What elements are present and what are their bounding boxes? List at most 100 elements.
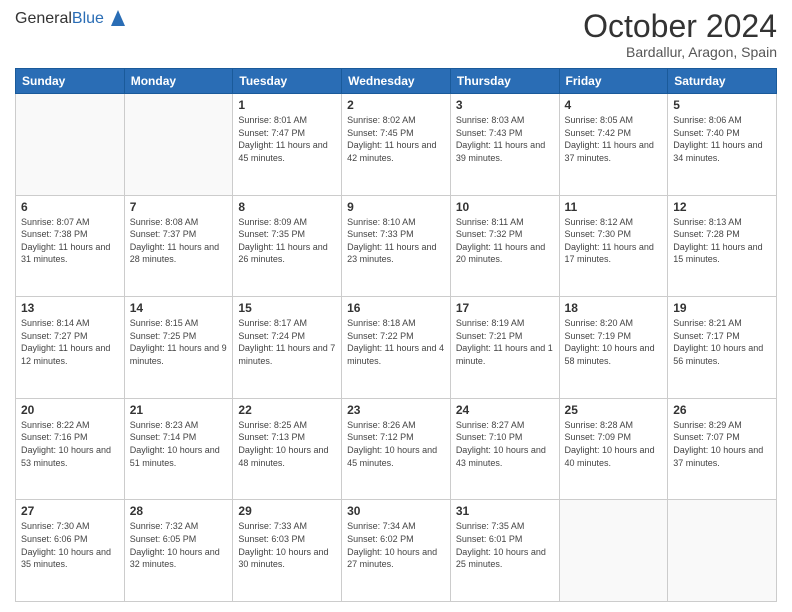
day-number: 13 (21, 301, 119, 315)
calendar-cell: 24 Sunrise: 8:27 AM Sunset: 7:10 PM Dayli… (450, 398, 559, 500)
day-number: 20 (21, 403, 119, 417)
calendar-cell: 5Sunrise: 8:06 AM Sunset: 7:40 PM Daylig… (668, 94, 777, 196)
header-wednesday: Wednesday (342, 69, 451, 94)
calendar-week-row-1: 6Sunrise: 8:07 AM Sunset: 7:38 PM Daylig… (16, 195, 777, 297)
day-number: 9 (347, 200, 445, 214)
calendar-cell: 21Sunrise: 8:23 AM Sunset: 7:14 PM Dayli… (124, 398, 233, 500)
day-number: 2 (347, 98, 445, 112)
header-thursday: Thursday (450, 69, 559, 94)
day-info: Sunrise: 7:34 AM Sunset: 6:02 PM Dayligh… (347, 520, 445, 570)
day-number: 16 (347, 301, 445, 315)
day-info: Sunrise: 8:08 AM Sunset: 7:37 PM Dayligh… (130, 216, 228, 266)
calendar-cell: 26 Sunrise: 8:29 AM Sunset: 7:07 PM Dayli… (668, 398, 777, 500)
title-block: October 2024 Bardallur, Aragon, Spain (583, 10, 777, 60)
calendar-cell: 8Sunrise: 8:09 AM Sunset: 7:35 PM Daylig… (233, 195, 342, 297)
day-info: Sunrise: 8:03 AM Sunset: 7:43 PM Dayligh… (456, 114, 554, 164)
calendar-cell: 16 Sunrise: 8:18 AM Sunset: 7:22 PM Dayli… (342, 297, 451, 399)
calendar-table: Sunday Monday Tuesday Wednesday Thursday… (15, 68, 777, 602)
day-number: 22 (238, 403, 336, 417)
day-info: Sunrise: 8:07 AM Sunset: 7:38 PM Dayligh… (21, 216, 119, 266)
day-info: Sunrise: 8:25 AM Sunset: 7:13 PM Dayligh… (238, 419, 336, 469)
day-number: 7 (130, 200, 228, 214)
calendar-cell (16, 94, 125, 196)
day-number: 14 (130, 301, 228, 315)
header-tuesday: Tuesday (233, 69, 342, 94)
day-number: 31 (456, 504, 554, 518)
calendar-cell: 4 Sunrise: 8:05 AM Sunset: 7:42 PM Daylig… (559, 94, 668, 196)
weekday-header-row: Sunday Monday Tuesday Wednesday Thursday… (16, 69, 777, 94)
day-info: Sunrise: 8:15 AM Sunset: 7:25 PM Dayligh… (130, 317, 228, 367)
calendar-cell: 9Sunrise: 8:10 AM Sunset: 7:33 PM Daylig… (342, 195, 451, 297)
calendar-week-row-0: 1 Sunrise: 8:01 AM Sunset: 7:47 PM Daylig… (16, 94, 777, 196)
logo-general-text: General (15, 10, 72, 27)
day-number: 11 (565, 200, 663, 214)
day-info: Sunrise: 8:11 AM Sunset: 7:32 PM Dayligh… (456, 216, 554, 266)
day-info: Sunrise: 8:29 AM Sunset: 7:07 PM Dayligh… (673, 419, 771, 469)
day-info: Sunrise: 8:12 AM Sunset: 7:30 PM Dayligh… (565, 216, 663, 266)
calendar-cell: 31 Sunrise: 7:35 AM Sunset: 6:01 PM Dayli… (450, 500, 559, 602)
calendar-cell: 10 Sunrise: 8:11 AM Sunset: 7:32 PM Dayli… (450, 195, 559, 297)
day-info: Sunrise: 7:32 AM Sunset: 6:05 PM Dayligh… (130, 520, 228, 570)
day-info: Sunrise: 8:05 AM Sunset: 7:42 PM Dayligh… (565, 114, 663, 164)
calendar-week-row-2: 13 Sunrise: 8:14 AM Sunset: 7:27 PM Dayli… (16, 297, 777, 399)
calendar-cell: 17 Sunrise: 8:19 AM Sunset: 7:21 PM Dayli… (450, 297, 559, 399)
day-info: Sunrise: 8:01 AM Sunset: 7:47 PM Dayligh… (238, 114, 336, 164)
header-friday: Friday (559, 69, 668, 94)
calendar-cell: 14 Sunrise: 8:15 AM Sunset: 7:25 PM Dayli… (124, 297, 233, 399)
day-number: 25 (565, 403, 663, 417)
calendar-cell: 6Sunrise: 8:07 AM Sunset: 7:38 PM Daylig… (16, 195, 125, 297)
calendar-cell: 13 Sunrise: 8:14 AM Sunset: 7:27 PM Dayli… (16, 297, 125, 399)
day-info: Sunrise: 7:30 AM Sunset: 6:06 PM Dayligh… (21, 520, 119, 570)
day-info: Sunrise: 8:19 AM Sunset: 7:21 PM Dayligh… (456, 317, 554, 367)
day-info: Sunrise: 8:09 AM Sunset: 7:35 PM Dayligh… (238, 216, 336, 266)
day-number: 3 (456, 98, 554, 112)
day-info: Sunrise: 7:35 AM Sunset: 6:01 PM Dayligh… (456, 520, 554, 570)
calendar-cell: 22 Sunrise: 8:25 AM Sunset: 7:13 PM Dayli… (233, 398, 342, 500)
calendar-cell: 27 Sunrise: 7:30 AM Sunset: 6:06 PM Dayli… (16, 500, 125, 602)
logo-flag-icon (107, 8, 129, 26)
day-number: 5 (673, 98, 771, 112)
header-saturday: Saturday (668, 69, 777, 94)
calendar-week-row-4: 27 Sunrise: 7:30 AM Sunset: 6:06 PM Dayli… (16, 500, 777, 602)
calendar-cell: 2Sunrise: 8:02 AM Sunset: 7:45 PM Daylig… (342, 94, 451, 196)
day-info: Sunrise: 8:20 AM Sunset: 7:19 PM Dayligh… (565, 317, 663, 367)
calendar-cell: 15 Sunrise: 8:17 AM Sunset: 7:24 PM Dayli… (233, 297, 342, 399)
day-info: Sunrise: 8:18 AM Sunset: 7:22 PM Dayligh… (347, 317, 445, 367)
logo: GeneralBlue (15, 10, 129, 28)
header: GeneralBlue October 2024 Bardallur, Arag… (15, 10, 777, 60)
calendar-cell: 29Sunrise: 7:33 AM Sunset: 6:03 PM Dayli… (233, 500, 342, 602)
calendar-cell: 3 Sunrise: 8:03 AM Sunset: 7:43 PM Daylig… (450, 94, 559, 196)
calendar-cell (559, 500, 668, 602)
day-info: Sunrise: 8:14 AM Sunset: 7:27 PM Dayligh… (21, 317, 119, 367)
day-number: 21 (130, 403, 228, 417)
day-number: 30 (347, 504, 445, 518)
page: GeneralBlue October 2024 Bardallur, Arag… (0, 0, 792, 612)
calendar-cell: 30 Sunrise: 7:34 AM Sunset: 6:02 PM Dayli… (342, 500, 451, 602)
day-info: Sunrise: 7:33 AM Sunset: 6:03 PM Dayligh… (238, 520, 336, 570)
calendar-week-row-3: 20Sunrise: 8:22 AM Sunset: 7:16 PM Dayli… (16, 398, 777, 500)
header-sunday: Sunday (16, 69, 125, 94)
day-number: 12 (673, 200, 771, 214)
day-info: Sunrise: 8:28 AM Sunset: 7:09 PM Dayligh… (565, 419, 663, 469)
day-number: 10 (456, 200, 554, 214)
calendar-cell: 11 Sunrise: 8:12 AM Sunset: 7:30 PM Dayli… (559, 195, 668, 297)
day-number: 27 (21, 504, 119, 518)
day-number: 18 (565, 301, 663, 315)
calendar-cell: 18 Sunrise: 8:20 AM Sunset: 7:19 PM Dayli… (559, 297, 668, 399)
day-info: Sunrise: 8:26 AM Sunset: 7:12 PM Dayligh… (347, 419, 445, 469)
day-number: 1 (238, 98, 336, 112)
day-info: Sunrise: 8:17 AM Sunset: 7:24 PM Dayligh… (238, 317, 336, 367)
month-title: October 2024 (583, 10, 777, 42)
calendar-cell (124, 94, 233, 196)
calendar-cell: 1 Sunrise: 8:01 AM Sunset: 7:47 PM Daylig… (233, 94, 342, 196)
day-info: Sunrise: 8:21 AM Sunset: 7:17 PM Dayligh… (673, 317, 771, 367)
day-number: 4 (565, 98, 663, 112)
day-number: 24 (456, 403, 554, 417)
day-info: Sunrise: 8:27 AM Sunset: 7:10 PM Dayligh… (456, 419, 554, 469)
day-number: 15 (238, 301, 336, 315)
calendar-cell: 25 Sunrise: 8:28 AM Sunset: 7:09 PM Dayli… (559, 398, 668, 500)
calendar-cell: 7 Sunrise: 8:08 AM Sunset: 7:37 PM Daylig… (124, 195, 233, 297)
header-monday: Monday (124, 69, 233, 94)
day-number: 26 (673, 403, 771, 417)
day-number: 17 (456, 301, 554, 315)
